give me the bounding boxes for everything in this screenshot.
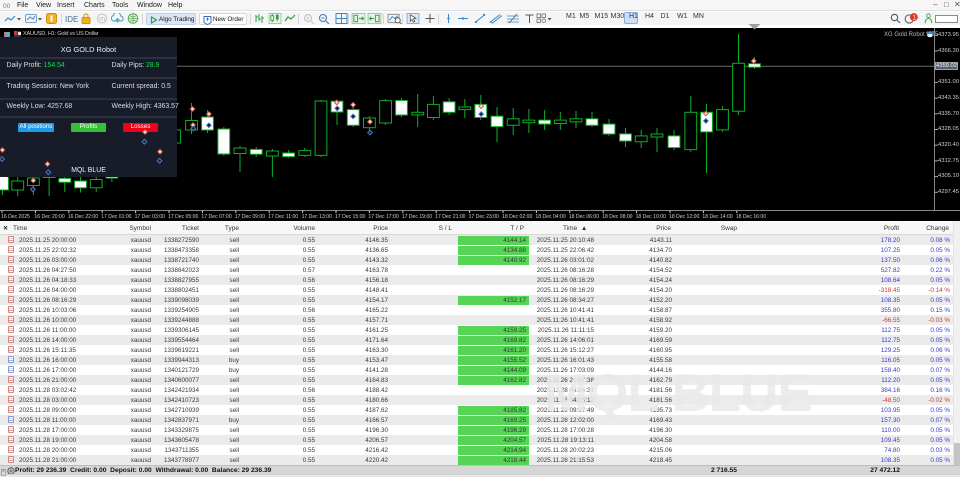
svg-text:m: m (99, 16, 105, 23)
svg-text:00: 00 (3, 3, 11, 9)
svg-text:IDE: IDE (65, 15, 78, 24)
